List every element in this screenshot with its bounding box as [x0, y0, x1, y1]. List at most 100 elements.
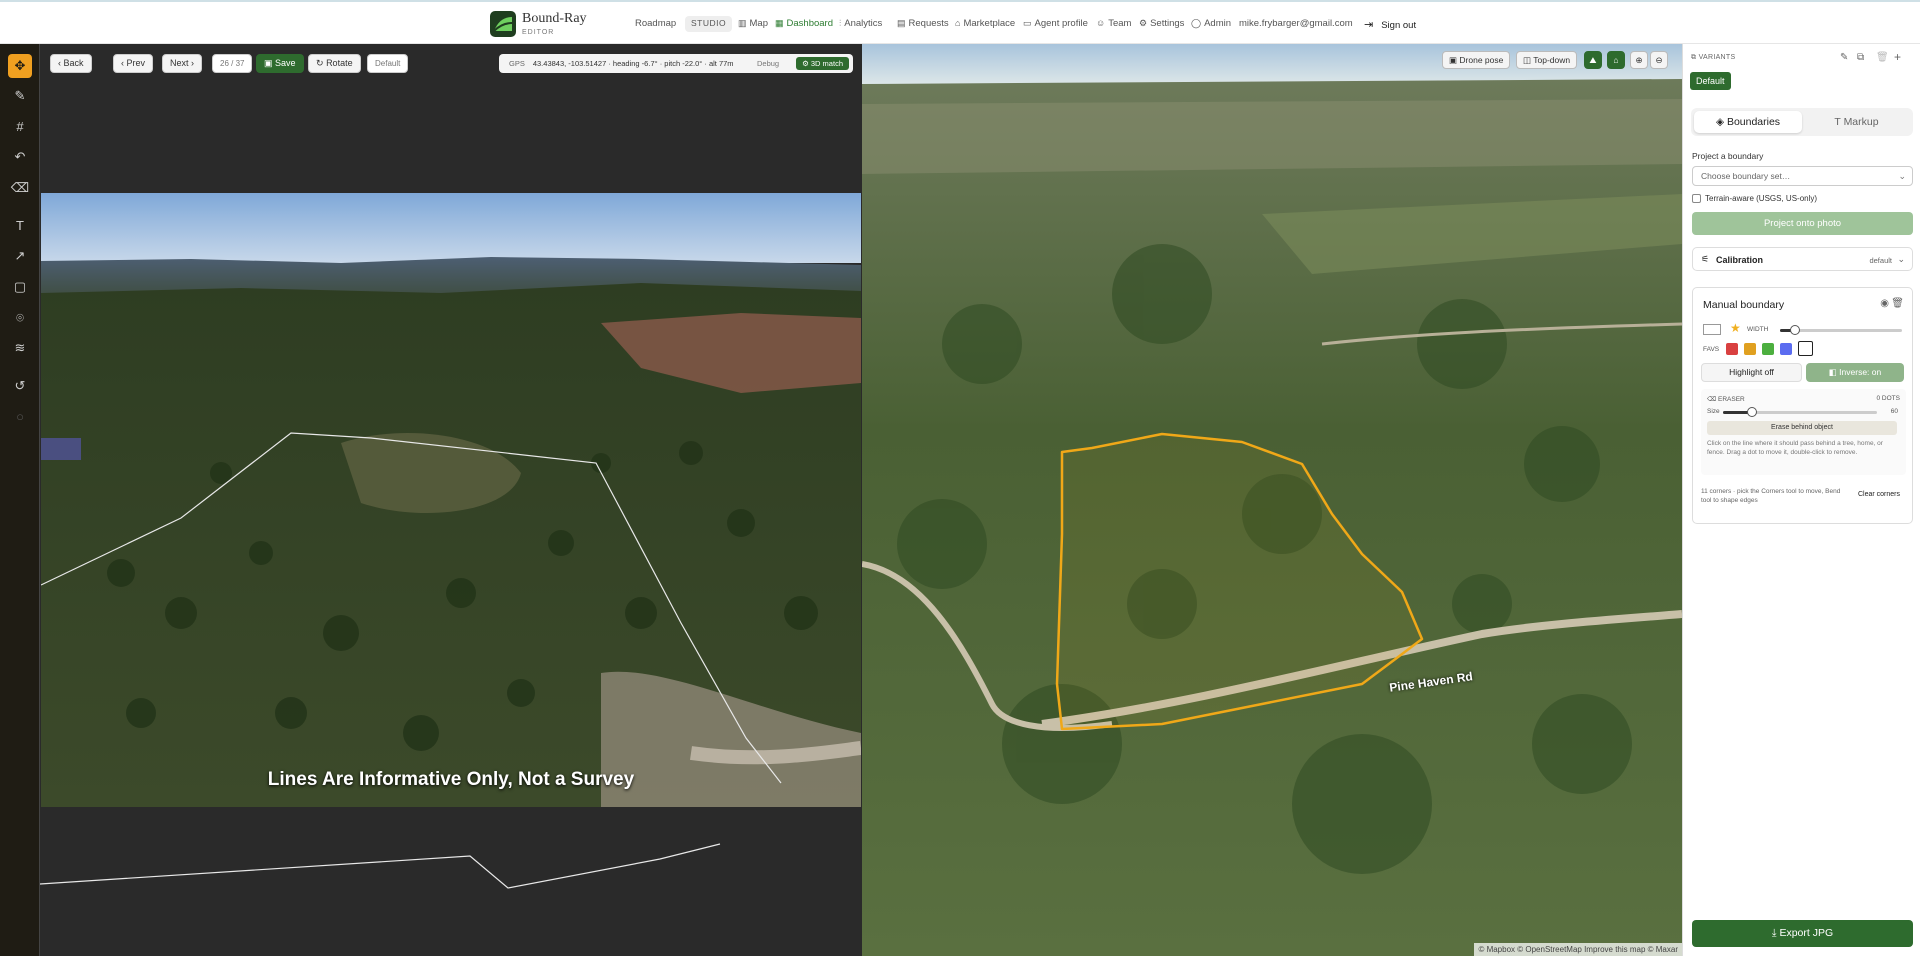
boundary-line-overlay — [40, 843, 721, 889]
next-label: Next — [170, 58, 189, 68]
next-button[interactable]: Next › — [162, 54, 203, 73]
3d-match-button[interactable]: ⚙ 3D match — [796, 57, 849, 70]
requests-icon: ▤ — [897, 18, 906, 28]
gear-icon: ⚙ — [1139, 18, 1148, 28]
prev-button[interactable]: ‹ Prev — [113, 54, 154, 73]
buildings-toggle-icon[interactable]: ⌂ — [1607, 51, 1625, 69]
rotate-button[interactable]: ↻ Rotate — [308, 54, 361, 73]
debug-toggle[interactable]: Debug — [757, 54, 779, 73]
move-tool-icon[interactable]: ✥ — [8, 54, 32, 78]
agent-icon: ▭ — [1023, 18, 1032, 28]
back-button[interactable]: ‹ Back — [50, 54, 92, 73]
rectangle-tool-icon[interactable]: ▢ — [8, 275, 32, 299]
top-down-button[interactable]: ◫ Top-down — [1516, 51, 1578, 69]
inverse-label: Inverse: on — [1839, 367, 1882, 377]
export-jpg-button[interactable]: ⤓ Export JPG — [1692, 920, 1913, 947]
gps-value: 43.43843, -103.51427 · heading -6.7° · p… — [532, 59, 734, 68]
nav-roadmap[interactable]: Roadmap — [635, 18, 676, 29]
zoom-out-icon[interactable]: ⊖ — [1650, 51, 1668, 69]
bound-ray-logo-icon[interactable] — [490, 11, 516, 37]
boundary-set-select[interactable]: Choose boundary set… ⌄ — [1692, 166, 1913, 186]
sign-out-button[interactable]: ⇥ Sign out — [1364, 18, 1416, 31]
arrow-tool-icon[interactable]: ↗ — [8, 244, 32, 268]
nav-team[interactable]: ☺ Team — [1096, 18, 1131, 29]
width-slider-knob[interactable] — [1790, 325, 1800, 335]
eye-icon[interactable]: ◉ — [1880, 298, 1889, 309]
save-button[interactable]: ▣ Save — [256, 54, 304, 73]
project-boundary-label: Project a boundary — [1692, 151, 1764, 161]
gps-label: GPS — [509, 59, 525, 68]
3d-terrain-map[interactable]: Pine Haven Rd ▣ Drone pose ◫ Top-down ⛰ … — [862, 44, 1682, 956]
panel-tabs: ◈ Boundaries T Markup — [1691, 108, 1913, 136]
nav-settings[interactable]: ⚙ Settings — [1139, 18, 1184, 29]
download-icon: ⤓ — [1771, 927, 1777, 939]
tab-markup-label: Markup — [1843, 116, 1879, 128]
fav-color-orange[interactable] — [1744, 343, 1756, 355]
photo-counter: 26 / 37 — [212, 54, 253, 73]
edit-variant-icon[interactable]: ✎ — [1840, 52, 1848, 63]
top-navigation-bar: Bound-Ray EDITOR Roadmap STUDIO ▥ Map ▦ Da… — [0, 0, 1920, 44]
zoom-in-icon[interactable]: ⊕ — [1630, 51, 1648, 69]
drone-pose-button[interactable]: ▣ Drone pose — [1442, 51, 1511, 69]
disclaimer-watermark: Lines Are Informative Only, Not a Survey — [267, 769, 635, 790]
nav-requests[interactable]: ▤ Requests — [897, 18, 949, 29]
calibration-row[interactable]: ⚟ Calibration default ⌄ — [1692, 247, 1913, 271]
project-onto-photo-button[interactable]: Project onto photo — [1692, 212, 1913, 235]
variant-default-chip[interactable]: Default — [1690, 72, 1731, 90]
tab-boundaries[interactable]: ◈ Boundaries — [1694, 111, 1802, 133]
manual-boundary-card: Manual boundary ◉ 🗑 ★ WIDTH FAVS Highlig… — [1692, 287, 1913, 524]
trash-icon[interactable]: 🗑 — [1891, 298, 1904, 309]
nav-analytics[interactable]: ⫶ Analytics — [839, 18, 882, 29]
add-variant-icon[interactable]: + — [1894, 50, 1901, 64]
drone-photo-image — [41, 193, 861, 807]
nav-dashboard[interactable]: ▦ Dashboard — [775, 18, 833, 29]
user-email: mike.frybarger@gmail.com — [1239, 18, 1353, 29]
size-slider-knob[interactable] — [1747, 407, 1757, 417]
highlight-toggle-button[interactable]: Highlight off — [1701, 363, 1802, 382]
clear-corners-button[interactable]: Clear corners — [1858, 491, 1900, 498]
boundary-settings-panel: ⧉ VARIANTS ✎ ⧉ 🗑 + Default ◈ Boundaries … — [1682, 44, 1920, 956]
nav-admin[interactable]: ◯ Admin — [1191, 18, 1231, 29]
photo-editor-panel: ‹ Back ‹ Prev Next › 26 / 37 ▣ Save ↻ Ro… — [40, 44, 862, 956]
manual-boundary-title: Manual boundary — [1703, 299, 1785, 311]
camera-icon: ◫ — [1523, 55, 1532, 65]
size-label: Size — [1707, 408, 1720, 415]
text-tool-icon[interactable]: T — [8, 214, 32, 238]
undo-icon[interactable]: ↺ — [8, 374, 32, 398]
star-icon[interactable]: ★ — [1730, 321, 1741, 335]
sliders-icon: ⚟ — [1701, 254, 1710, 264]
eraser-icon: ⌫ — [1707, 396, 1717, 403]
fav-color-red[interactable] — [1726, 343, 1738, 355]
back-label: Back — [63, 58, 84, 68]
calibration-label: Calibration — [1716, 255, 1764, 265]
nav-requests-label: Requests — [908, 18, 949, 29]
nav-map[interactable]: ▥ Map — [738, 18, 768, 29]
grid-tool-icon[interactable]: # — [8, 115, 32, 139]
drone-photo[interactable] — [41, 193, 861, 807]
redo-icon[interactable]: ○ — [8, 405, 32, 429]
erase-behind-object-button[interactable]: Erase behind object — [1707, 421, 1897, 435]
terrain-aware-checkbox[interactable] — [1692, 194, 1701, 203]
bend-tool-icon[interactable]: ↶ — [8, 145, 32, 169]
line-color-swatch[interactable] — [1703, 324, 1721, 335]
fav-color-white[interactable] — [1798, 341, 1813, 356]
tab-markup[interactable]: T Markup — [1803, 111, 1910, 133]
fav-color-green[interactable] — [1762, 343, 1774, 355]
drone-pose-label: Drone pose — [1459, 55, 1504, 65]
nav-marketplace[interactable]: ⌂ Marketplace — [955, 18, 1015, 29]
layers-tool-icon[interactable]: ≋ — [8, 336, 32, 360]
fav-color-blue[interactable] — [1780, 343, 1792, 355]
eraser-tool-icon[interactable]: ⌫ — [8, 176, 32, 200]
default-variant-chip[interactable]: Default — [367, 54, 409, 73]
pencil-tool-icon[interactable]: ✎ — [8, 84, 32, 108]
nav-agent-profile[interactable]: ▭ Agent profile — [1023, 18, 1088, 29]
calibration-value: default — [1869, 256, 1892, 265]
inverse-toggle-button[interactable]: ◧ Inverse: on — [1806, 363, 1904, 382]
duplicate-variant-icon[interactable]: ⧉ — [1857, 52, 1864, 63]
pin-tool-icon[interactable]: ⌾ — [8, 306, 32, 330]
delete-variant-icon[interactable]: 🗑 — [1876, 52, 1889, 63]
terrain-toggle-icon[interactable]: ⛰ — [1584, 51, 1602, 69]
map-attribution[interactable]: © Mapbox © OpenStreetMap Improve this ma… — [1474, 943, 1682, 956]
studio-badge[interactable]: STUDIO — [685, 16, 733, 32]
gps-readout: GPS 43.43843, -103.51427 · heading -6.7° … — [499, 54, 853, 73]
